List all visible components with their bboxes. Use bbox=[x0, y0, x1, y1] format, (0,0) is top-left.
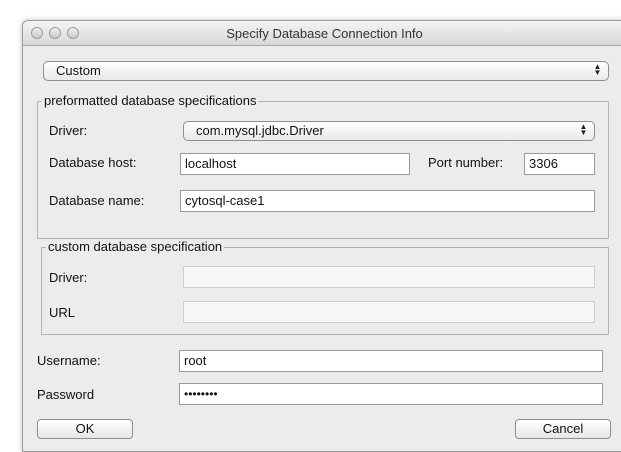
dialog-window: Specify Database Connection Info Custom … bbox=[22, 20, 621, 452]
custom-spec-legend: custom database specification bbox=[46, 239, 225, 254]
driver-select-value: com.mysql.jdbc.Driver bbox=[196, 123, 324, 138]
profile-select[interactable]: Custom ▲ ▼ bbox=[43, 61, 609, 81]
url-field[interactable] bbox=[183, 301, 595, 323]
ok-button[interactable]: OK bbox=[37, 419, 133, 439]
cancel-button[interactable]: Cancel bbox=[515, 419, 611, 439]
up-down-arrows-icon: ▲ ▼ bbox=[579, 122, 588, 137]
up-down-arrows-icon: ▲ ▼ bbox=[593, 62, 602, 77]
window-title: Specify Database Connection Info bbox=[226, 26, 423, 41]
database-host-label: Database host: bbox=[49, 155, 137, 170]
driver-select[interactable]: com.mysql.jdbc.Driver ▲ ▼ bbox=[183, 121, 595, 141]
database-name-label: Database name: bbox=[49, 193, 145, 208]
driver-label: Driver: bbox=[49, 123, 88, 138]
url-label: URL bbox=[49, 305, 76, 320]
database-host-field[interactable]: localhost bbox=[180, 153, 410, 175]
port-number-field[interactable]: 3306 bbox=[524, 153, 595, 175]
database-name-field[interactable]: cytosql-case1 bbox=[180, 190, 595, 212]
password-field[interactable]: •••••••• bbox=[179, 383, 603, 405]
profile-select-value: Custom bbox=[56, 63, 101, 78]
custom-driver-field[interactable] bbox=[183, 266, 595, 288]
custom-driver-label: Driver: bbox=[49, 270, 88, 285]
title-bar: Specify Database Connection Info bbox=[23, 21, 621, 46]
password-label: Password bbox=[37, 387, 95, 402]
preformatted-specs-legend: preformatted database specifications bbox=[42, 93, 259, 108]
username-field[interactable]: root bbox=[179, 350, 603, 372]
username-label: Username: bbox=[37, 353, 101, 368]
port-number-label: Port number: bbox=[428, 155, 504, 170]
